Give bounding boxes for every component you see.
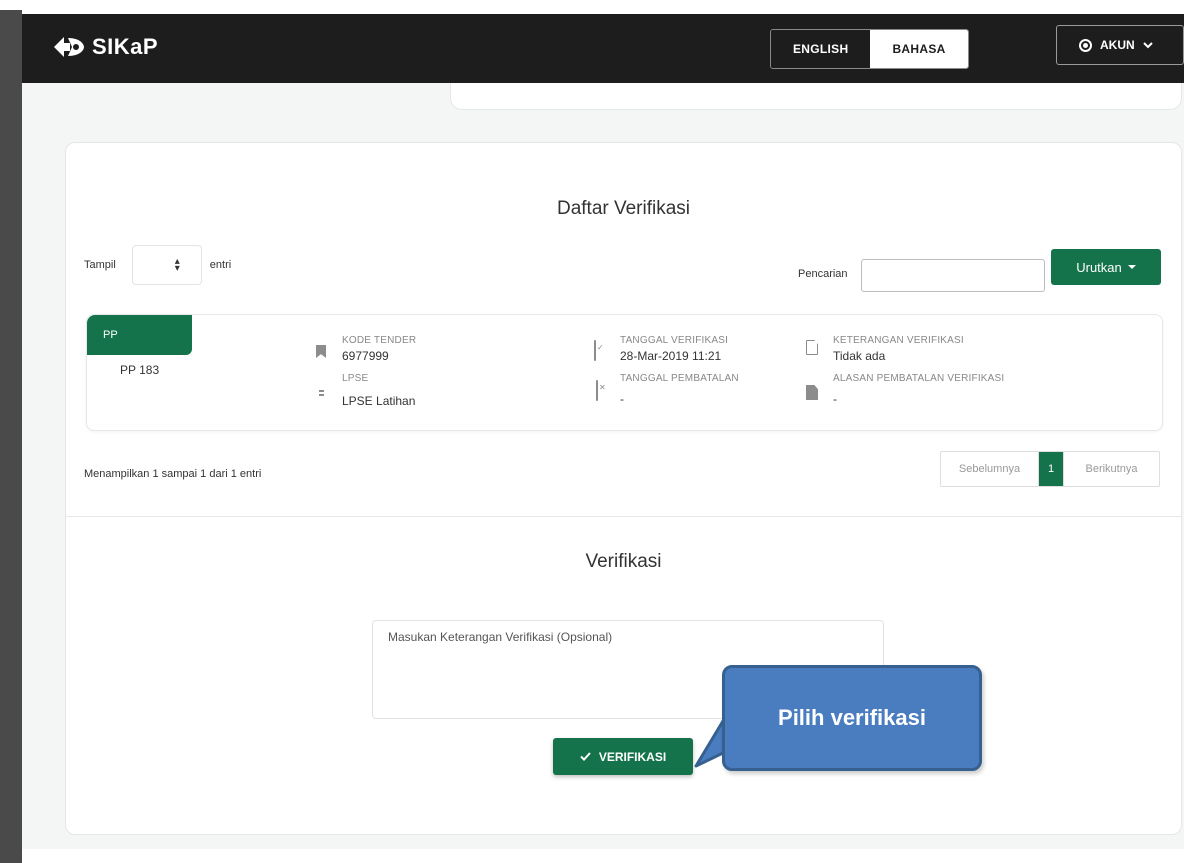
caret-down-icon (1127, 265, 1136, 269)
lpse-field: LPSE LPSE Latihan (342, 373, 415, 408)
bookmark-icon (316, 345, 326, 358)
logo[interactable]: SIKaP (52, 34, 158, 60)
alasan-value: - (833, 392, 837, 406)
entry-subtitle: PP 183 (120, 363, 160, 377)
chevron-down-icon (1142, 42, 1153, 49)
verifikasi-title: Verifikasi (585, 551, 662, 572)
profile-card-bottom (450, 83, 1182, 110)
sort-arrows-icon: ▴ ▾ (174, 256, 180, 274)
account-label: AKUN (1100, 38, 1135, 52)
check-icon (580, 752, 591, 761)
calendar-check-icon: ✓ (594, 340, 604, 361)
lpse-value: LPSE Latihan (342, 394, 416, 408)
lpse-label: LPSE (342, 373, 369, 384)
entries-select[interactable]: ▴ ▾ (131, 245, 202, 285)
tanggal-verifikasi-value: 28-Mar-2019 11:21 (620, 349, 722, 363)
entry-tag: PP (87, 315, 192, 355)
tanggal-verifikasi-field: TANGGAL VERIFIKASI 28-Mar-2019 11:21 (620, 335, 728, 363)
document-icon (806, 340, 818, 355)
calendar-x-icon: ✕ (596, 380, 606, 401)
kode-tender-label: KODE TENDER (342, 335, 417, 346)
frame-bottom (22, 849, 1184, 863)
callout-annotation: Pilih verifikasi (722, 665, 982, 771)
app-name: SIKaP (92, 34, 159, 59)
length-control: Tampil ▴ ▾ entri (84, 245, 231, 285)
list-item: PP PP 183 KODE TENDER 6977999 LPSE LPSE … (86, 314, 1163, 431)
sort-label: Urutkan (1076, 259, 1122, 275)
keterangan-label: KETERANGAN VERIFIKASI (833, 335, 964, 346)
alasan-field: ALASAN PEMBATALAN VERIFIKASI - (833, 373, 1004, 406)
verification-card: Daftar Verifikasi Tampil ▴ ▾ entri Pencar… (65, 142, 1182, 835)
user-circle-icon (1079, 38, 1092, 52)
frame-top (0, 0, 1184, 10)
verifikasi-button[interactable]: VERIFIKASI (553, 738, 693, 775)
pagination-next[interactable]: Berikutnya (1063, 452, 1159, 486)
callout-text: Pilih verifikasi (778, 705, 926, 730)
language-switch: ENGLISH BAHASA (770, 29, 969, 69)
frame-border (0, 0, 22, 863)
keterangan-field: KETERANGAN VERIFIKASI Tidak ada (833, 335, 964, 363)
verifikasi-button-label: VERIFIKASI (598, 749, 667, 764)
pagination-page-1[interactable]: 1 (1039, 452, 1063, 486)
tanggal-pembatalan-label: TANGGAL PEMBATALAN (620, 373, 739, 384)
tanggal-verifikasi-label: TANGGAL VERIFIKASI (620, 335, 729, 346)
daftar-title: Daftar Verifikasi (556, 198, 691, 219)
kode-tender-value: 6977999 (342, 349, 389, 363)
pagination-prev[interactable]: Sebelumnya (941, 452, 1039, 486)
document-filled-icon (806, 385, 818, 400)
entries-label: entri (209, 259, 232, 271)
tanggal-pembatalan-value: - (620, 392, 624, 406)
divider (66, 516, 1181, 517)
logo-icon (54, 37, 84, 57)
show-label: Tampil (84, 259, 116, 271)
table-info: Menampilkan 1 sampai 1 dari 1 entri (84, 468, 262, 480)
keterangan-value: Tidak ada (833, 349, 886, 363)
english-button[interactable]: ENGLISH (771, 30, 871, 68)
kode-tender-field: KODE TENDER 6977999 (342, 335, 416, 363)
sort-button[interactable]: Urutkan (1051, 249, 1161, 285)
pagination: Sebelumnya 1 Berikutnya (940, 451, 1160, 487)
search-label: Pencarian (798, 268, 848, 280)
account-button[interactable]: AKUN (1056, 25, 1184, 65)
navbar: SIKaP ENGLISH BAHASA AKUN (22, 14, 1184, 83)
tanggal-pembatalan-field: TANGGAL PEMBATALAN - (620, 373, 739, 406)
alasan-label: ALASAN PEMBATALAN VERIFIKASI (833, 373, 1005, 384)
search-input[interactable] (861, 259, 1045, 292)
bahasa-button[interactable]: BAHASA (870, 30, 968, 68)
page: SIKaP ENGLISH BAHASA AKUN Daftar Verifik… (22, 14, 1184, 863)
